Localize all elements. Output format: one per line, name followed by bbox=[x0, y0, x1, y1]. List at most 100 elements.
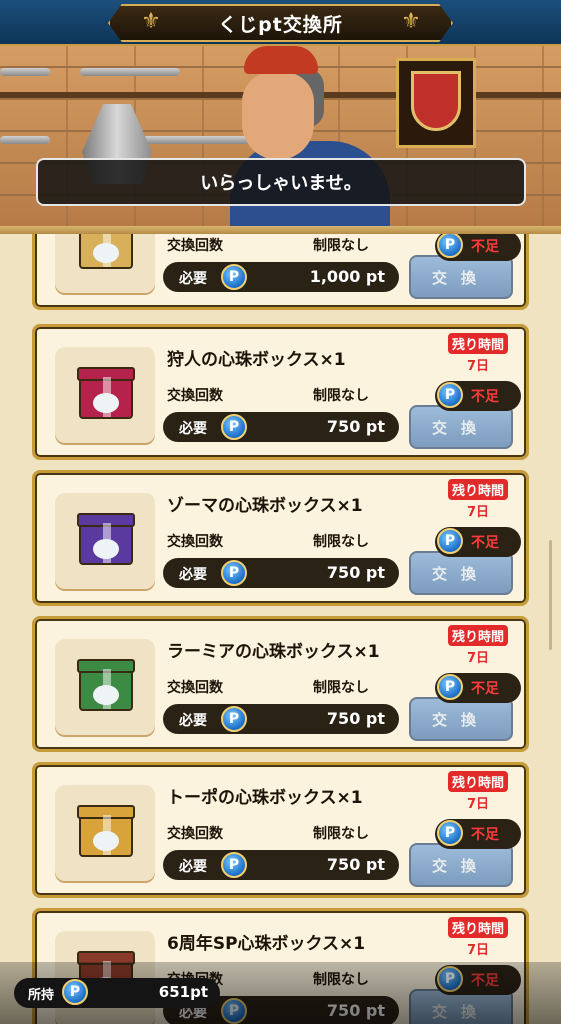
exchange-item-card: トーポの心珠ボックス×1 交換回数 制限なし 必要 P 750 pt 残り時間 … bbox=[32, 762, 529, 898]
sword-icon bbox=[0, 68, 50, 76]
exchange-count-value: 制限なし bbox=[313, 388, 369, 404]
p-coin-icon: P bbox=[221, 852, 247, 878]
exchange-count-label: 交換回数 bbox=[167, 534, 223, 550]
gift-box-icon bbox=[77, 659, 135, 711]
exchange-button[interactable]: 交換 bbox=[409, 551, 513, 595]
item-name: 狩人の心珠ボックス×1 bbox=[167, 350, 346, 370]
item-thumbnail[interactable] bbox=[55, 234, 155, 293]
cost-bar: 必要 P 1,000 pt bbox=[163, 262, 399, 292]
cost-label: 必要 bbox=[179, 271, 207, 287]
p-coin-icon: P bbox=[437, 528, 463, 554]
speech-bubble: いらっしゃいませ。 bbox=[36, 158, 526, 206]
item-name: トーポの心珠ボックス×1 bbox=[167, 788, 363, 808]
exchange-button[interactable]: 交換 bbox=[409, 405, 513, 449]
owned-value: 651pt bbox=[158, 983, 208, 1001]
scrollbar[interactable] bbox=[549, 540, 552, 650]
exchange-count-label: 交換回数 bbox=[167, 826, 223, 842]
shortage-text: 不足 bbox=[471, 681, 499, 697]
time-remaining-days: 7日 bbox=[466, 943, 490, 958]
cost-bar: 必要 P 750 pt bbox=[163, 412, 399, 442]
shortage-text: 不足 bbox=[471, 827, 499, 843]
speech-text: いらっしゃいませ。 bbox=[200, 173, 362, 194]
time-remaining-badge: 残り時間 bbox=[447, 333, 508, 354]
time-remaining: 残り時間 7日 bbox=[441, 625, 515, 666]
shopkeeper-face bbox=[242, 72, 314, 160]
exchange-count-label: 交換回数 bbox=[167, 238, 223, 254]
p-coin-icon: P bbox=[437, 234, 463, 258]
shortage-badge: P 不足 bbox=[435, 234, 521, 261]
cost-value: 750 pt bbox=[326, 563, 385, 582]
exchange-count-value: 制限なし bbox=[313, 534, 369, 550]
time-remaining: 残り時間 7日 bbox=[441, 333, 515, 374]
exchange-item-card: ラーミアの心珠ボックス×1 交換回数 制限なし 必要 P 750 pt 残り時間… bbox=[32, 616, 529, 752]
shortage-text: 不足 bbox=[471, 389, 499, 405]
exchange-count-label: 交換回数 bbox=[167, 680, 223, 696]
sword-icon bbox=[0, 136, 50, 144]
exchange-count-value: 制限なし bbox=[313, 826, 369, 842]
crest-icon bbox=[396, 58, 476, 148]
cost-bar: 必要 P 750 pt bbox=[163, 850, 399, 880]
p-coin-icon: P bbox=[437, 674, 463, 700]
gift-box-icon bbox=[77, 805, 135, 857]
cost-bar: 必要 P 750 pt bbox=[163, 704, 399, 734]
p-coin-icon: P bbox=[437, 820, 463, 846]
gift-box-icon bbox=[77, 367, 135, 419]
exchange-button[interactable]: 交換 bbox=[409, 255, 513, 299]
cost-label: 必要 bbox=[179, 859, 207, 875]
header-bar: くじpt交換所 ⚜ ⚜ bbox=[0, 0, 561, 46]
owned-label: 所持 bbox=[28, 988, 55, 1003]
shortage-badge: P 不足 bbox=[435, 819, 521, 849]
owned-points-bar: 所持 P 651pt bbox=[0, 962, 561, 1024]
owned-points-pill: 所持 P 651pt bbox=[14, 978, 220, 1008]
scene-border bbox=[0, 226, 561, 234]
time-remaining-badge: 残り時間 bbox=[447, 771, 508, 792]
shortage-text: 不足 bbox=[471, 535, 499, 551]
p-coin-icon: P bbox=[221, 264, 247, 290]
cost-label: 必要 bbox=[179, 421, 207, 437]
item-thumbnail[interactable] bbox=[55, 347, 155, 443]
shopkeeper-hat bbox=[244, 46, 318, 74]
time-remaining-days: 7日 bbox=[466, 651, 490, 666]
item-thumbnail[interactable] bbox=[55, 785, 155, 881]
exchange-item-card: 狩人の心珠ボックス×1 交換回数 制限なし 必要 P 750 pt 残り時間 7… bbox=[32, 324, 529, 460]
fleur-right-icon: ⚜ bbox=[401, 9, 421, 34]
p-coin-icon: P bbox=[221, 560, 247, 586]
gift-box-icon bbox=[77, 513, 135, 565]
fleur-left-icon: ⚜ bbox=[141, 9, 161, 34]
item-name: ラーミアの心珠ボックス×1 bbox=[167, 642, 380, 662]
exchange-list[interactable]: 交換回数 制限なし 必要 P 1,000 pt 交換 P 不足 狩人の心珠ボック… bbox=[0, 234, 561, 1024]
cost-value: 750 pt bbox=[326, 709, 385, 728]
time-remaining-badge: 残り時間 bbox=[447, 917, 508, 938]
p-coin-icon: P bbox=[62, 979, 88, 1005]
exchange-count-label: 交換回数 bbox=[167, 388, 223, 404]
exchange-button[interactable]: 交換 bbox=[409, 843, 513, 887]
cost-value: 1,000 pt bbox=[309, 267, 385, 286]
cost-label: 必要 bbox=[179, 713, 207, 729]
shortage-badge: P 不足 bbox=[435, 673, 521, 703]
exchange-button[interactable]: 交換 bbox=[409, 697, 513, 741]
shop-scene: いらっしゃいませ。 bbox=[0, 46, 561, 226]
p-coin-icon: P bbox=[221, 706, 247, 732]
sword-icon bbox=[80, 68, 180, 76]
time-remaining: 残り時間 7日 bbox=[441, 771, 515, 812]
exchange-item-card: 交換回数 制限なし 必要 P 1,000 pt 交換 P 不足 bbox=[32, 234, 529, 310]
time-remaining-badge: 残り時間 bbox=[447, 479, 508, 500]
shortage-badge: P 不足 bbox=[435, 527, 521, 557]
cost-value: 750 pt bbox=[326, 855, 385, 874]
exchange-item-card: ゾーマの心珠ボックス×1 交換回数 制限なし 必要 P 750 pt 残り時間 … bbox=[32, 470, 529, 606]
time-remaining: 残り時間 7日 bbox=[441, 917, 515, 958]
time-remaining-days: 7日 bbox=[466, 797, 490, 812]
item-thumbnail[interactable] bbox=[55, 493, 155, 589]
p-coin-icon: P bbox=[221, 414, 247, 440]
shortage-text: 不足 bbox=[471, 239, 499, 255]
p-coin-icon: P bbox=[437, 382, 463, 408]
item-thumbnail[interactable] bbox=[55, 639, 155, 735]
cost-label: 必要 bbox=[179, 567, 207, 583]
time-remaining-badge: 残り時間 bbox=[447, 625, 508, 646]
gift-box-icon bbox=[79, 234, 133, 269]
time-remaining-days: 7日 bbox=[466, 359, 490, 374]
time-remaining-days: 7日 bbox=[466, 505, 490, 520]
exchange-count-value: 制限なし bbox=[313, 680, 369, 696]
item-name: ゾーマの心珠ボックス×1 bbox=[167, 496, 363, 516]
shortage-badge: P 不足 bbox=[435, 381, 521, 411]
